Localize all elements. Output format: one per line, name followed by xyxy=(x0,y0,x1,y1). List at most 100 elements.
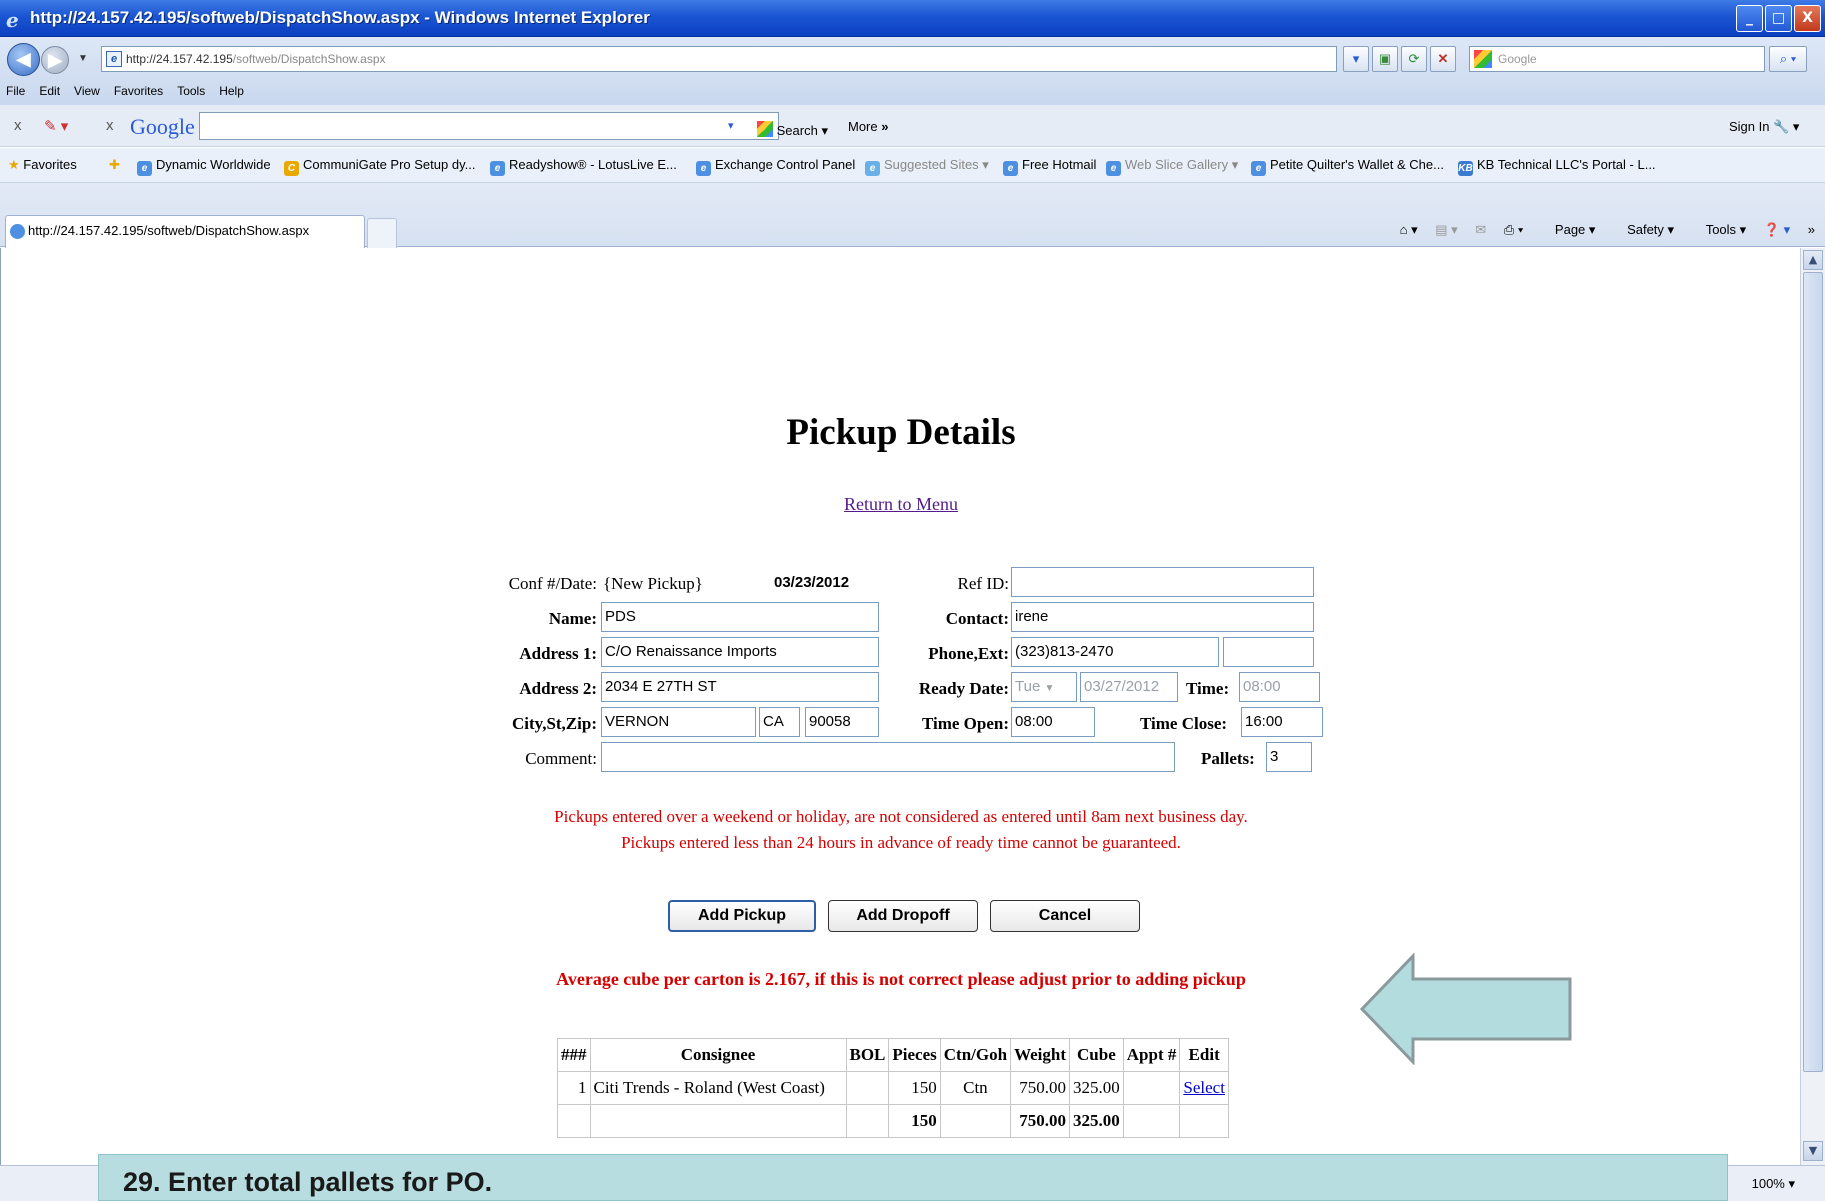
address1-field[interactable]: C/O Renaissance Imports xyxy=(601,637,879,667)
comment-field[interactable] xyxy=(601,742,1175,772)
menu-favorites[interactable]: Favorites xyxy=(108,80,171,98)
google-search-input[interactable] xyxy=(199,112,779,140)
tools-menu[interactable]: Tools ▾ xyxy=(1692,222,1747,237)
address2-field[interactable]: 2034 E 27TH ST xyxy=(601,672,879,702)
print-icon[interactable]: ⎙ ▾ xyxy=(1504,222,1523,237)
address-input[interactable]: e http://24.157.42.195/softweb/DispatchS… xyxy=(101,46,1337,72)
google-search-button[interactable]: Search ▾ xyxy=(757,119,828,139)
forward-button[interactable]: ▶ xyxy=(41,46,69,74)
menu-view[interactable]: View xyxy=(68,80,108,98)
chevron-more-icon[interactable]: » xyxy=(1808,222,1815,237)
close-google-icon[interactable]: x xyxy=(106,117,114,134)
add-dropoff-button[interactable]: Add Dropoff xyxy=(828,900,978,932)
fav-dynamic-worldwide[interactable]: e Dynamic Worldwide xyxy=(137,157,271,176)
scroll-down-icon[interactable]: ▼ xyxy=(1803,1141,1823,1161)
recent-pages-dropdown-icon[interactable]: ▼ xyxy=(78,53,88,64)
zoom-level[interactable]: 100% ▾ xyxy=(1752,1176,1795,1192)
search-button[interactable]: ⌕ ▾ xyxy=(1769,46,1807,72)
favorites-button[interactable]: ★ Favorites xyxy=(8,157,77,173)
add-favorites-icon[interactable]: ✚ xyxy=(109,157,120,173)
compatibility-view-icon[interactable]: ▣ xyxy=(1372,46,1398,72)
contact-field[interactable]: irene xyxy=(1011,602,1314,632)
home-icon[interactable]: ⌂ ▾ xyxy=(1400,222,1418,237)
cancel-button[interactable]: Cancel xyxy=(990,900,1140,932)
city-field[interactable]: VERNON xyxy=(601,707,756,737)
time-field[interactable]: 08:00 xyxy=(1239,672,1320,702)
mail-icon[interactable]: ✉ xyxy=(1475,222,1486,237)
search-input[interactable]: Google xyxy=(1469,46,1765,72)
page-menu[interactable]: Page ▾ xyxy=(1541,222,1596,237)
cell-number: 1 xyxy=(557,1071,591,1105)
fav-free-hotmail[interactable]: e Free Hotmail xyxy=(1003,157,1096,176)
state-field[interactable]: CA xyxy=(759,707,800,737)
page-icon: e xyxy=(106,51,122,67)
col-consignee: Consignee xyxy=(589,1038,847,1072)
add-pickup-button[interactable]: Add Pickup xyxy=(668,900,816,932)
ready-date-label: Ready Date: xyxy=(918,679,1009,698)
help-icon[interactable]: ❓ ▾ xyxy=(1764,222,1790,237)
window-title: http://24.157.42.195/softweb/DispatchSho… xyxy=(30,8,650,27)
feeds-icon[interactable]: ▤ ▾ xyxy=(1435,222,1457,237)
refresh-icon[interactable]: ⟳ xyxy=(1401,46,1427,72)
scroll-thumb[interactable] xyxy=(1803,272,1823,1072)
address-dropdown-icon[interactable]: ▾ xyxy=(1343,46,1369,72)
col-pieces: Pieces xyxy=(888,1038,941,1072)
address1-label: Address 1: xyxy=(519,644,597,663)
total-consignee xyxy=(589,1104,847,1138)
safety-menu[interactable]: Safety ▾ xyxy=(1613,222,1674,237)
fav-petite-quilter[interactable]: e Petite Quilter's Wallet & Che... xyxy=(1251,157,1444,176)
time-open-field[interactable]: 08:00 xyxy=(1011,707,1095,737)
ready-date-field[interactable]: 03/27/2012 xyxy=(1080,672,1178,702)
menu-help[interactable]: Help xyxy=(213,80,252,98)
ready-day-select[interactable]: Tue ▼ xyxy=(1011,672,1077,702)
fav-suggested-sites[interactable]: e Suggested Sites ▾ xyxy=(865,157,989,176)
fav-kb-technical[interactable]: KB KB Technical LLC's Portal - L... xyxy=(1458,157,1656,176)
back-button[interactable]: ◀ xyxy=(7,43,40,76)
conf-date-label: Conf #/Date: xyxy=(508,574,597,593)
menu-bar: File Edit View Favorites Tools Help xyxy=(0,80,1825,102)
col-bol: BOL xyxy=(845,1038,890,1072)
time-close-field[interactable]: 16:00 xyxy=(1241,707,1323,737)
city-st-zip-label: City,St,Zip: xyxy=(511,714,597,733)
scroll-up-icon[interactable]: ▲ xyxy=(1803,250,1823,270)
minimize-button[interactable]: _ xyxy=(1736,5,1763,32)
toolbar-addon-icon[interactable]: ✎ ▾ xyxy=(44,117,68,135)
menu-edit[interactable]: Edit xyxy=(33,80,68,98)
name-field[interactable]: PDS xyxy=(601,602,879,632)
command-bar: ⌂ ▾ ▤ ▾ ✉ ⎙ ▾ Page ▾ Safety ▾ Tools ▾ ❓ … xyxy=(1386,222,1815,238)
zip-field[interactable]: 90058 xyxy=(805,707,879,737)
maximize-button[interactable]: □ xyxy=(1765,5,1792,32)
ext-field[interactable] xyxy=(1223,637,1314,667)
fav-communigate[interactable]: C CommuniGate Pro Setup dy... xyxy=(284,157,475,176)
star-icon: ★ xyxy=(8,157,20,172)
page-title: Pickup Details xyxy=(786,412,1016,453)
sign-in-button[interactable]: Sign In 🔧 ▾ xyxy=(1729,119,1799,135)
fav-exchange-control-panel[interactable]: e Exchange Control Panel xyxy=(696,157,855,176)
chevron-down-icon: ▼ xyxy=(1044,683,1055,694)
ref-id-field[interactable] xyxy=(1011,567,1314,597)
pallets-field[interactable]: 3 xyxy=(1266,742,1312,772)
table-totals-row: 150 750.00 325.00 xyxy=(557,1104,1229,1138)
menu-tools[interactable]: Tools xyxy=(171,80,213,98)
menu-file[interactable]: File xyxy=(0,80,33,98)
col-cube: Cube xyxy=(1069,1038,1124,1072)
cell-consignee: Citi Trends - Roland (West Coast) xyxy=(589,1071,847,1105)
total-weight: 750.00 xyxy=(1010,1104,1071,1138)
google-search-icon xyxy=(757,121,773,137)
tab-dispatchshow[interactable]: http://24.157.42.195/softweb/DispatchSho… xyxy=(5,215,365,248)
cell-pieces: 150 xyxy=(888,1071,941,1105)
google-search-dropdown-icon[interactable]: ▾ xyxy=(728,119,734,132)
fav-web-slice-gallery[interactable]: e Web Slice Gallery ▾ xyxy=(1106,157,1238,176)
vertical-scrollbar[interactable]: ▲ ▼ xyxy=(1800,248,1825,1165)
more-button[interactable]: More » xyxy=(848,119,888,134)
close-toolbar-icon[interactable]: x xyxy=(14,117,22,134)
select-link[interactable]: Select xyxy=(1183,1078,1225,1097)
fav-readyshow[interactable]: e Readyshow® - LotusLive E... xyxy=(490,157,677,176)
cell-cube: 325.00 xyxy=(1069,1071,1124,1105)
close-window-button[interactable]: X xyxy=(1794,5,1821,32)
phone-field[interactable]: (323)813-2470 xyxy=(1011,637,1219,667)
return-to-menu-link[interactable]: Return to Menu xyxy=(1,494,1800,515)
ie-logo-icon: e xyxy=(6,8,19,32)
stop-icon[interactable]: ✕ xyxy=(1430,46,1456,72)
new-tab-button[interactable] xyxy=(367,218,397,248)
